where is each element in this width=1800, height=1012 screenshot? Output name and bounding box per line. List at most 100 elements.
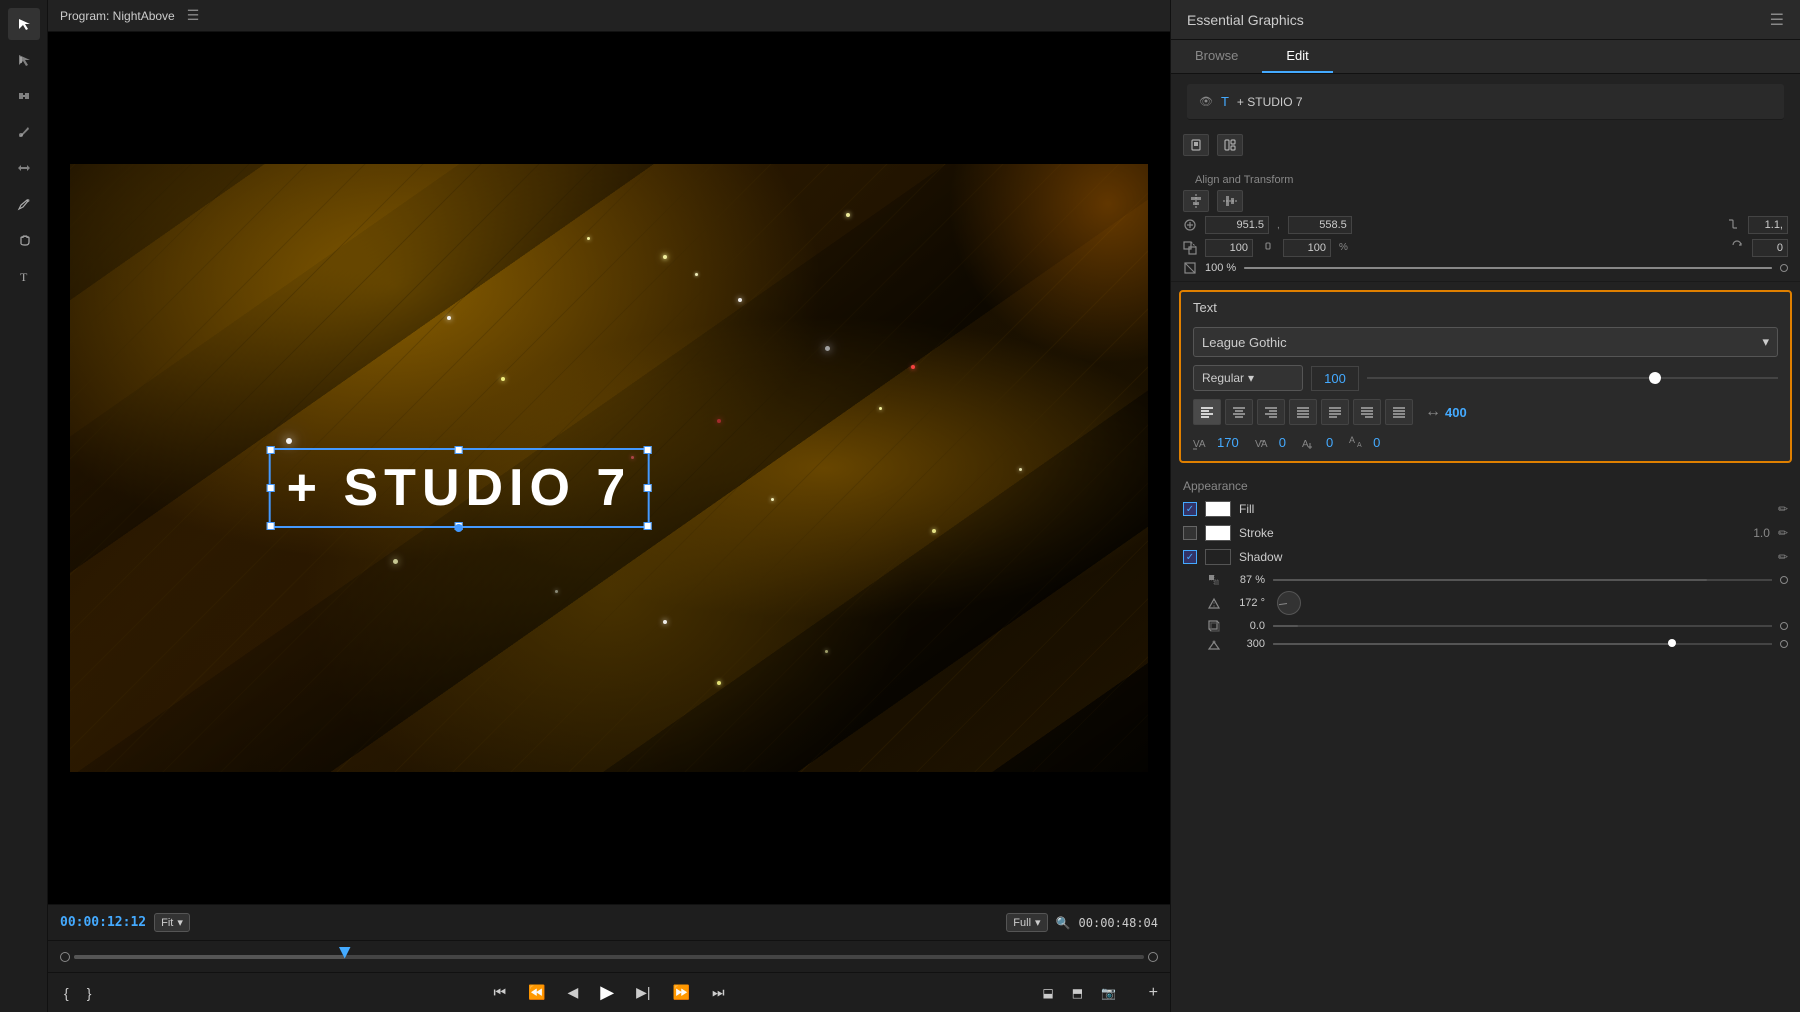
responsive-layout-btn[interactable] [1217,134,1243,156]
btn-step-forward[interactable]: ⏩ [669,980,694,1005]
fit-chevron: ▾ [177,916,183,929]
justify-right-btn[interactable] [1353,399,1381,425]
text-section: Text League Gothic ▾ Regular ▾ [1179,290,1792,463]
opacity-slider[interactable] [1244,267,1772,269]
left-toolbar: T [0,0,48,1012]
handle-top-right [643,446,651,454]
tab-edit[interactable]: Edit [1262,40,1332,73]
stroke-edit-icon[interactable]: ✏ [1778,526,1788,540]
align-transform-section: Align and Transform , [1171,160,1800,282]
appearance-title: Appearance [1183,479,1788,493]
font-selector[interactable]: League Gothic ▾ [1193,327,1778,357]
scale-link-input[interactable] [1748,216,1788,234]
btn-go-to-in[interactable]: ⏮ [489,980,510,1005]
controls-bar: 00:00:12:12 Fit ▾ Full ▾ 🔍 00:00:48:04 [48,904,1170,940]
full-selector[interactable]: Full ▾ [1006,913,1047,932]
caps-value: 0 [1373,435,1380,450]
total-timecode: 00:00:48:04 [1079,916,1158,930]
monitor-menu-icon[interactable]: ☰ [187,7,200,24]
position-y-input[interactable] [1288,216,1352,234]
shadow-size-slider[interactable] [1273,643,1772,645]
btn-step-prev[interactable]: ◀ [563,980,582,1005]
btn-add-control[interactable]: + [1149,984,1158,1002]
shadow-edit-icon[interactable]: ✏ [1778,550,1788,564]
opacity-icon [1183,261,1197,275]
tool-razor[interactable] [8,116,40,148]
handle-bottom-left [267,522,275,530]
playback-controls: { } ⏮ ⏪ ◀ ▶ ▶| ⏩ ⏭ ⬓ ⬒ 📷 [48,972,1170,1012]
btn-overwrite[interactable]: ⬒ [1068,982,1087,1004]
fit-selector[interactable]: Fit ▾ [154,913,190,932]
shadow-opacity-slider[interactable] [1273,579,1772,581]
btn-insert[interactable]: ⬓ [1038,982,1057,1004]
scale-w-input[interactable] [1205,239,1253,257]
shadow-opacity-value: 87 % [1229,574,1265,586]
font-size-thumb [1649,372,1661,384]
scale-h-input[interactable] [1283,239,1331,257]
stroke-color-swatch[interactable] [1205,525,1231,541]
shadow-checkbox[interactable]: ✓ [1183,550,1197,564]
tab-browse[interactable]: Browse [1171,40,1262,73]
fill-color-swatch[interactable] [1205,501,1231,517]
btn-go-to-out[interactable]: ⏭ [708,980,729,1005]
btn-export-frame[interactable]: 📷 [1097,982,1120,1004]
essential-graphics-panel: Essential Graphics ☰ Browse Edit 👁 T + S… [1170,0,1800,1012]
align-vertical-btn[interactable] [1217,190,1243,212]
justify-left-btn[interactable] [1321,399,1349,425]
font-style-selector[interactable]: Regular ▾ [1193,365,1303,391]
stroke-row: Stroke 1.0 ✏ [1183,525,1788,541]
shadow-distance-value: 0.0 [1229,620,1265,632]
justify-btn[interactable] [1289,399,1317,425]
fill-checkbox[interactable]: ✓ [1183,502,1197,516]
angle-wheel[interactable] [1277,591,1301,615]
baseline-icon: A [1302,433,1322,451]
tool-text[interactable]: T [8,260,40,292]
shadow-color-swatch[interactable] [1205,549,1231,565]
btn-play[interactable]: ▶ [596,978,618,1007]
btn-mark-out[interactable]: } [83,981,96,1005]
tracking-group: ↔ 400 [1425,403,1467,421]
tool-ripple[interactable] [8,80,40,112]
btn-step-back[interactable]: ⏪ [524,980,549,1005]
align-center-btn[interactable] [1225,399,1253,425]
justify-all-btn[interactable] [1385,399,1413,425]
zoom-icon[interactable]: 🔍 [1056,916,1071,930]
font-size-input[interactable] [1311,366,1359,391]
shadow-angle-row: 172 ° [1183,591,1788,615]
warm-glow [948,164,1148,364]
tool-track-select[interactable] [8,44,40,76]
layer-item[interactable]: 👁 T + STUDIO 7 [1187,84,1784,120]
panel-menu-icon[interactable]: ☰ [1770,10,1784,30]
align-right-btn[interactable] [1257,399,1285,425]
svg-text:A: A [1349,435,1355,445]
rotation-input[interactable] [1752,239,1788,257]
opacity-row: 100 % [1183,261,1788,275]
tool-hand[interactable] [8,224,40,256]
responsive-pin-btn[interactable] [1183,134,1209,156]
font-size-slider[interactable] [1367,377,1778,379]
stroke-checkbox[interactable] [1183,526,1197,540]
svg-text:T: T [20,270,28,283]
fill-edit-icon[interactable]: ✏ [1778,502,1788,516]
responsive-design-row [1171,130,1800,160]
shadow-row: ✓ Shadow ✏ [1183,549,1788,565]
layer-visibility[interactable]: 👁 [1199,95,1213,108]
stroke-label: Stroke [1239,526,1745,540]
fit-label: Fit [161,917,173,929]
btn-step-next[interactable]: ▶| [632,980,654,1005]
align-left-btn[interactable] [1193,399,1221,425]
shadow-distance-slider[interactable] [1273,625,1772,627]
timeline-bar [48,940,1170,972]
btn-mark-in[interactable]: { [60,981,73,1005]
tool-pen[interactable] [8,188,40,220]
shadow-size-icon [1207,637,1221,651]
monitor-header: Program: NightAbove ☰ [48,0,1170,32]
handle-middle-right [643,484,651,492]
timeline-track[interactable] [74,955,1144,959]
position-x-input[interactable] [1205,216,1269,234]
tool-arrow[interactable] [8,8,40,40]
align-horizontal-btn[interactable] [1183,190,1209,212]
text-anchor [455,524,463,532]
tool-slip[interactable] [8,152,40,184]
text-overlay-box[interactable]: + STUDIO 7 [269,448,650,528]
